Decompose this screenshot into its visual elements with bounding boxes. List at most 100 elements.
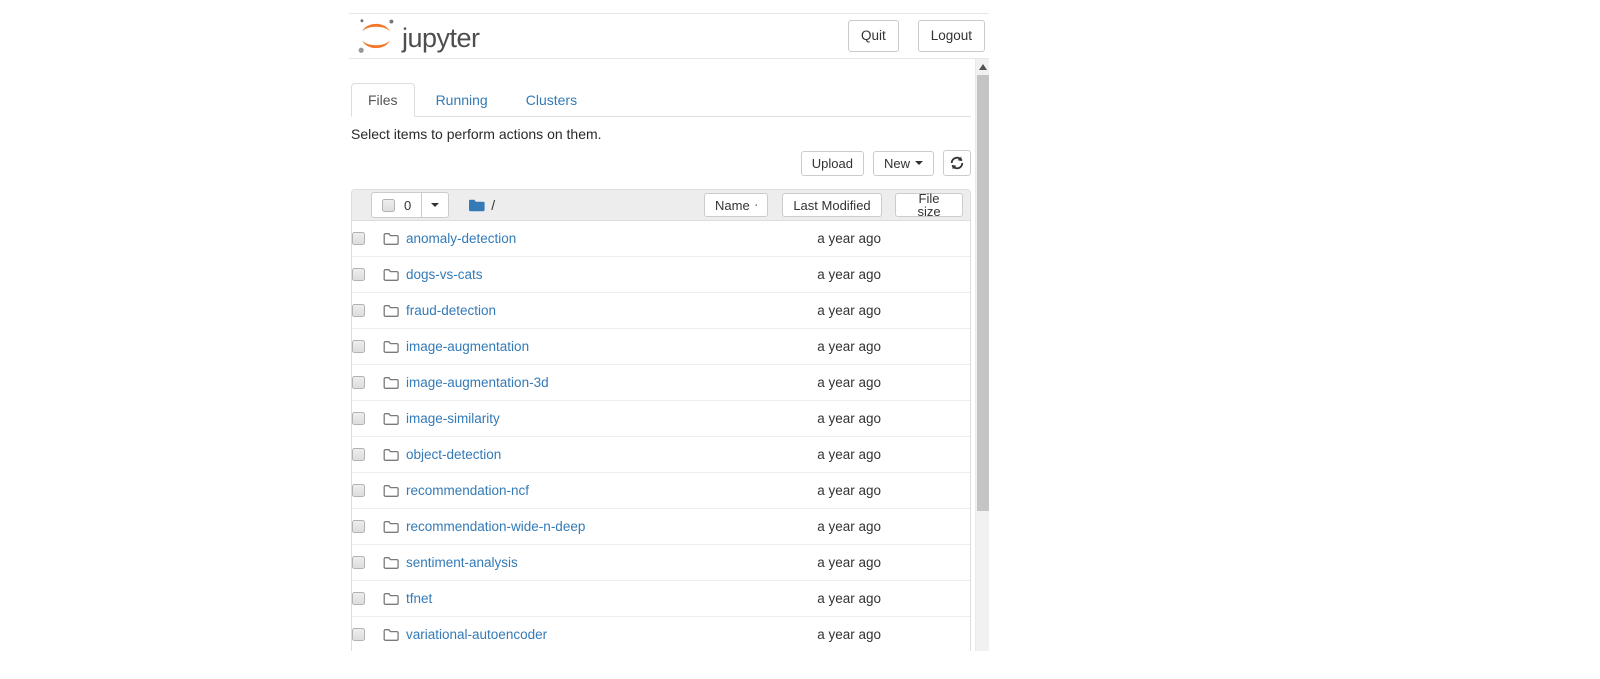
folder-icon <box>383 412 399 426</box>
file-name-link[interactable]: image-augmentation-3d <box>406 375 549 390</box>
file-checkbox[interactable] <box>352 520 365 533</box>
file-row: sentiment-analysis a year ago <box>352 545 970 581</box>
folder-icon <box>383 232 399 246</box>
folder-icon <box>383 520 399 534</box>
select-all-checkbox[interactable] <box>382 199 395 212</box>
folder-icon <box>383 484 399 498</box>
file-row: image-augmentation-3d a year ago <box>352 365 970 401</box>
file-checkbox[interactable] <box>352 268 365 281</box>
file-checkbox[interactable] <box>352 448 365 461</box>
chevron-down-icon <box>431 203 439 207</box>
instructions-text: Select items to perform actions on them. <box>351 126 971 142</box>
file-name-link[interactable]: recommendation-ncf <box>406 483 529 498</box>
file-row: variational-autoencoder a year ago <box>352 617 970 651</box>
file-row: dogs-vs-cats a year ago <box>352 257 970 293</box>
scroll-up-arrow[interactable] <box>976 59 989 74</box>
file-modified: a year ago <box>817 267 881 282</box>
file-name-link[interactable]: object-detection <box>406 447 501 462</box>
tab-files[interactable]: Files <box>351 83 415 117</box>
file-modified: a year ago <box>817 231 881 246</box>
new-dropdown-label: New <box>884 157 910 170</box>
file-name-link[interactable]: recommendation-wide-n-deep <box>406 519 585 534</box>
file-row: fraud-detection a year ago <box>352 293 970 329</box>
file-modified: a year ago <box>817 627 881 642</box>
scrollbar-thumb[interactable] <box>977 75 989 511</box>
tab-running[interactable]: Running <box>419 83 505 117</box>
file-checkbox[interactable] <box>352 412 365 425</box>
sort-name-button[interactable]: Name <box>704 193 768 217</box>
file-modified: a year ago <box>817 447 881 462</box>
sort-name-label: Name <box>715 199 750 212</box>
file-row: object-detection a year ago <box>352 437 970 473</box>
logo-text: jupyter <box>402 25 480 52</box>
header-buttons: Quit Logout <box>829 20 985 52</box>
jupyter-window: jupyter Quit Logout Files Running Cluste… <box>349 13 989 651</box>
file-name-link[interactable]: sentiment-analysis <box>406 555 518 570</box>
folder-icon <box>383 628 399 642</box>
file-modified: a year ago <box>817 519 881 534</box>
file-name-link[interactable]: image-augmentation <box>406 339 529 354</box>
file-modified: a year ago <box>817 375 881 390</box>
file-modified: a year ago <box>817 555 881 570</box>
file-browser: 0 / Name Last Modified <box>351 189 971 651</box>
file-modified: a year ago <box>817 303 881 318</box>
file-name-link[interactable]: fraud-detection <box>406 303 496 318</box>
arrow-down-icon <box>755 199 757 211</box>
folder-icon <box>383 556 399 570</box>
logout-button[interactable]: Logout <box>918 20 985 52</box>
app-header: jupyter Quit Logout <box>349 14 989 59</box>
select-button-group: 0 <box>371 192 449 218</box>
file-row: image-similarity a year ago <box>352 401 970 437</box>
file-row: image-augmentation a year ago <box>352 329 970 365</box>
file-row: tfnet a year ago <box>352 581 970 617</box>
file-name-link[interactable]: anomaly-detection <box>406 231 516 246</box>
file-modified: a year ago <box>817 591 881 606</box>
file-checkbox[interactable] <box>352 592 365 605</box>
file-checkbox[interactable] <box>352 556 365 569</box>
sort-last-modified-button[interactable]: Last Modified <box>782 193 882 217</box>
tab-bar: Files Running Clusters <box>351 83 971 117</box>
file-row: recommendation-wide-n-deep a year ago <box>352 509 970 545</box>
jupyter-logo[interactable]: jupyter <box>357 16 480 56</box>
quit-button[interactable]: Quit <box>848 20 899 52</box>
sort-file-size-button[interactable]: File size <box>895 193 963 217</box>
file-checkbox[interactable] <box>352 628 365 641</box>
folder-icon <box>383 376 399 390</box>
refresh-icon <box>950 156 964 170</box>
selected-count: 0 <box>404 199 411 212</box>
file-row: recommendation-ncf a year ago <box>352 473 970 509</box>
folder-icon <box>383 304 399 318</box>
folder-icon <box>383 340 399 354</box>
file-name-link[interactable]: variational-autoencoder <box>406 627 547 642</box>
scrollbar[interactable] <box>975 59 989 651</box>
refresh-button[interactable] <box>943 150 971 176</box>
jupyter-logo-icon <box>357 16 395 56</box>
file-modified: a year ago <box>817 339 881 354</box>
upload-button[interactable]: Upload <box>801 151 864 176</box>
select-all-button[interactable]: 0 <box>371 192 422 218</box>
file-list: anomaly-detection a year ago dogs-vs-cat… <box>352 221 970 651</box>
file-row: anomaly-detection a year ago <box>352 221 970 257</box>
folder-icon <box>383 448 399 462</box>
tab-clusters[interactable]: Clusters <box>509 83 594 117</box>
file-name-link[interactable]: image-similarity <box>406 411 500 426</box>
file-name-link[interactable]: tfnet <box>406 591 432 606</box>
select-filter-dropdown-button[interactable] <box>421 192 449 218</box>
file-modified: a year ago <box>817 483 881 498</box>
folder-icon <box>383 592 399 606</box>
file-checkbox[interactable] <box>352 232 365 245</box>
main-content: Files Running Clusters Select items to p… <box>351 83 971 651</box>
file-modified: a year ago <box>817 411 881 426</box>
file-checkbox[interactable] <box>352 304 365 317</box>
breadcrumb[interactable]: / <box>491 197 495 213</box>
action-toolbar: Upload New <box>351 150 971 176</box>
folder-icon <box>383 268 399 282</box>
file-checkbox[interactable] <box>352 340 365 353</box>
file-checkbox[interactable] <box>352 376 365 389</box>
breadcrumb-folder-icon[interactable] <box>468 198 485 213</box>
file-list-header: 0 / Name Last Modified <box>352 190 970 221</box>
chevron-down-icon <box>915 161 923 165</box>
file-checkbox[interactable] <box>352 484 365 497</box>
file-name-link[interactable]: dogs-vs-cats <box>406 267 483 282</box>
new-dropdown-button[interactable]: New <box>873 151 934 176</box>
